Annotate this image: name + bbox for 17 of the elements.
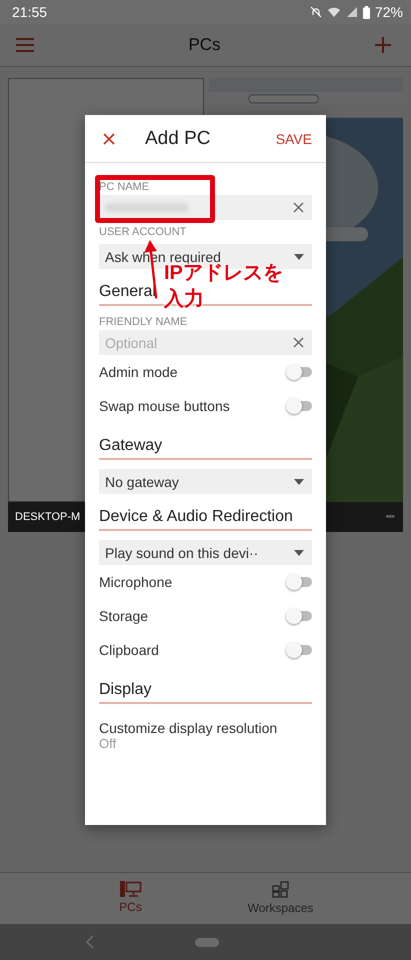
pc-name: DESKTOP-M bbox=[15, 511, 80, 523]
setting-label: Admin mode bbox=[99, 364, 178, 380]
field-label: PC NAME bbox=[99, 181, 150, 194]
section-heading: Display bbox=[99, 667, 312, 704]
section-heading: Gateway bbox=[99, 423, 312, 460]
status-time: 21:55 bbox=[12, 4, 48, 20]
setting-label: Microphone bbox=[99, 574, 172, 590]
setting-label: Storage bbox=[99, 608, 148, 624]
setting-value: Off bbox=[99, 736, 118, 751]
section-heading: Device & Audio Redirection bbox=[99, 494, 312, 531]
app-title: PCs bbox=[188, 35, 221, 55]
field-label: USER ACCOUNT bbox=[99, 226, 188, 239]
setting-label: Swap mouse buttons bbox=[99, 398, 230, 414]
setting-label: Clipboard bbox=[99, 642, 159, 658]
field-label: FRIENDLY NAME bbox=[99, 316, 188, 329]
dialog-title: Add PC bbox=[145, 128, 212, 150]
battery-level: 72% bbox=[374, 4, 403, 20]
